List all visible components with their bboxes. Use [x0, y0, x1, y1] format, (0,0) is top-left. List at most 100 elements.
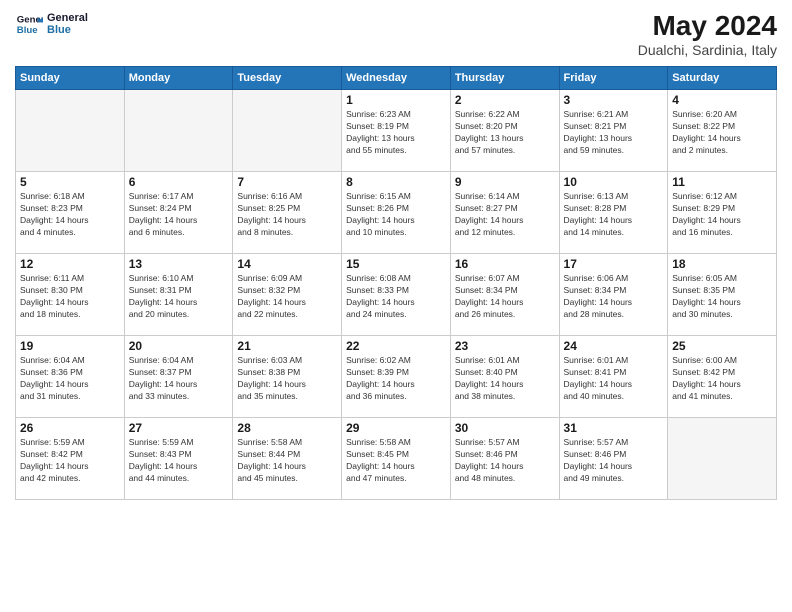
cell-info: Sunrise: 6:10 AM Sunset: 8:31 PM Dayligh… [129, 273, 229, 321]
calendar-cell: 11Sunrise: 6:12 AM Sunset: 8:29 PM Dayli… [668, 172, 777, 254]
calendar-week-row: 1Sunrise: 6:23 AM Sunset: 8:19 PM Daylig… [16, 90, 777, 172]
calendar-cell: 14 Sunrise: 6:09 AM Sunset: 8:32 PM Dayli… [233, 254, 342, 336]
cell-info: Sunrise: 6:17 AM Sunset: 8:24 PM Dayligh… [129, 191, 229, 239]
cell-info: Sunrise: 6:05 AM Sunset: 8:35 PM Dayligh… [672, 273, 772, 321]
calendar-week-row: 12Sunrise: 6:11 AM Sunset: 8:30 PM Dayli… [16, 254, 777, 336]
calendar-cell: 30 Sunrise: 5:57 AM Sunset: 8:46 PM Dayli… [450, 418, 559, 500]
day-number: 14 [237, 257, 337, 271]
cell-info: Sunrise: 6:21 AM Sunset: 8:21 PM Dayligh… [564, 109, 664, 157]
cell-info: Sunrise: 5:59 AM Sunset: 8:43 PM Dayligh… [129, 437, 229, 485]
cell-info: Sunrise: 6:00 AM Sunset: 8:42 PM Dayligh… [672, 355, 772, 403]
day-number: 4 [672, 93, 772, 107]
day-number: 3 [564, 93, 664, 107]
day-number: 28 [237, 421, 337, 435]
logo-line1: General [47, 12, 88, 24]
calendar-cell: 24Sunrise: 6:01 AM Sunset: 8:41 PM Dayli… [559, 336, 668, 418]
calendar-header-wednesday: Wednesday [342, 67, 451, 90]
calendar-cell: 7Sunrise: 6:16 AM Sunset: 8:25 PM Daylig… [233, 172, 342, 254]
day-number: 15 [346, 257, 446, 271]
cell-info: Sunrise: 6:09 AM Sunset: 8:32 PM Dayligh… [237, 273, 337, 321]
title-area: May 2024 Dualchi, Sardinia, Italy [638, 10, 777, 58]
day-number: 27 [129, 421, 229, 435]
day-number: 24 [564, 339, 664, 353]
calendar-cell: 12Sunrise: 6:11 AM Sunset: 8:30 PM Dayli… [16, 254, 125, 336]
logo: General Blue General Blue [15, 10, 88, 38]
day-number: 8 [346, 175, 446, 189]
cell-info: Sunrise: 6:22 AM Sunset: 8:20 PM Dayligh… [455, 109, 555, 157]
cell-info: Sunrise: 6:16 AM Sunset: 8:25 PM Dayligh… [237, 191, 337, 239]
month-title: May 2024 [638, 10, 777, 42]
calendar-header-tuesday: Tuesday [233, 67, 342, 90]
day-number: 2 [455, 93, 555, 107]
calendar-cell: 17 Sunrise: 6:06 AM Sunset: 8:34 PM Dayli… [559, 254, 668, 336]
calendar-header-thursday: Thursday [450, 67, 559, 90]
day-number: 30 [455, 421, 555, 435]
day-number: 25 [672, 339, 772, 353]
calendar-cell: 27 Sunrise: 5:59 AM Sunset: 8:43 PM Dayli… [124, 418, 233, 500]
cell-info: Sunrise: 6:15 AM Sunset: 8:26 PM Dayligh… [346, 191, 446, 239]
calendar-header-sunday: Sunday [16, 67, 125, 90]
calendar-header-row: SundayMondayTuesdayWednesdayThursdayFrid… [16, 67, 777, 90]
day-number: 1 [346, 93, 446, 107]
location: Dualchi, Sardinia, Italy [638, 42, 777, 58]
cell-info: Sunrise: 6:07 AM Sunset: 8:34 PM Dayligh… [455, 273, 555, 321]
cell-info: Sunrise: 5:57 AM Sunset: 8:46 PM Dayligh… [455, 437, 555, 485]
day-number: 5 [20, 175, 120, 189]
cell-info: Sunrise: 5:58 AM Sunset: 8:45 PM Dayligh… [346, 437, 446, 485]
calendar-header-monday: Monday [124, 67, 233, 90]
calendar-cell: 22 Sunrise: 6:02 AM Sunset: 8:39 PM Dayli… [342, 336, 451, 418]
day-number: 31 [564, 421, 664, 435]
calendar-week-row: 5Sunrise: 6:18 AM Sunset: 8:23 PM Daylig… [16, 172, 777, 254]
cell-info: Sunrise: 6:02 AM Sunset: 8:39 PM Dayligh… [346, 355, 446, 403]
header: General Blue General Blue May 2024 Dualc… [15, 10, 777, 58]
day-number: 9 [455, 175, 555, 189]
cell-info: Sunrise: 5:58 AM Sunset: 8:44 PM Dayligh… [237, 437, 337, 485]
svg-text:Blue: Blue [17, 25, 38, 36]
day-number: 18 [672, 257, 772, 271]
day-number: 10 [564, 175, 664, 189]
calendar-cell: 31 Sunrise: 5:57 AM Sunset: 8:46 PM Dayli… [559, 418, 668, 500]
cell-info: Sunrise: 6:11 AM Sunset: 8:30 PM Dayligh… [20, 273, 120, 321]
cell-info: Sunrise: 6:03 AM Sunset: 8:38 PM Dayligh… [237, 355, 337, 403]
calendar-cell: 15 Sunrise: 6:08 AM Sunset: 8:33 PM Dayli… [342, 254, 451, 336]
cell-info: Sunrise: 6:01 AM Sunset: 8:40 PM Dayligh… [455, 355, 555, 403]
calendar-cell: 21 Sunrise: 6:03 AM Sunset: 8:38 PM Dayli… [233, 336, 342, 418]
cell-info: Sunrise: 6:06 AM Sunset: 8:34 PM Dayligh… [564, 273, 664, 321]
calendar-cell [16, 90, 125, 172]
cell-info: Sunrise: 5:57 AM Sunset: 8:46 PM Dayligh… [564, 437, 664, 485]
calendar-cell: 10 Sunrise: 6:13 AM Sunset: 8:28 PM Dayli… [559, 172, 668, 254]
calendar-cell: 4 Sunrise: 6:20 AM Sunset: 8:22 PM Daylig… [668, 90, 777, 172]
day-number: 23 [455, 339, 555, 353]
day-number: 6 [129, 175, 229, 189]
calendar-cell: 23 Sunrise: 6:01 AM Sunset: 8:40 PM Dayli… [450, 336, 559, 418]
cell-info: Sunrise: 6:04 AM Sunset: 8:37 PM Dayligh… [129, 355, 229, 403]
day-number: 17 [564, 257, 664, 271]
cell-info: Sunrise: 6:08 AM Sunset: 8:33 PM Dayligh… [346, 273, 446, 321]
day-number: 11 [672, 175, 772, 189]
logo-icon: General Blue [15, 10, 43, 38]
day-number: 16 [455, 257, 555, 271]
day-number: 20 [129, 339, 229, 353]
cell-info: Sunrise: 6:20 AM Sunset: 8:22 PM Dayligh… [672, 109, 772, 157]
calendar-cell: 18 Sunrise: 6:05 AM Sunset: 8:35 PM Dayli… [668, 254, 777, 336]
calendar-cell: 8 Sunrise: 6:15 AM Sunset: 8:26 PM Daylig… [342, 172, 451, 254]
cell-info: Sunrise: 6:14 AM Sunset: 8:27 PM Dayligh… [455, 191, 555, 239]
day-number: 26 [20, 421, 120, 435]
day-number: 19 [20, 339, 120, 353]
day-number: 22 [346, 339, 446, 353]
page: General Blue General Blue May 2024 Dualc… [0, 0, 792, 612]
calendar-cell [668, 418, 777, 500]
calendar-cell [124, 90, 233, 172]
cell-info: Sunrise: 6:13 AM Sunset: 8:28 PM Dayligh… [564, 191, 664, 239]
logo-line2: Blue [47, 24, 88, 36]
calendar-cell: 29Sunrise: 5:58 AM Sunset: 8:45 PM Dayli… [342, 418, 451, 500]
day-number: 13 [129, 257, 229, 271]
calendar-cell: 25 Sunrise: 6:00 AM Sunset: 8:42 PM Dayli… [668, 336, 777, 418]
calendar-header-saturday: Saturday [668, 67, 777, 90]
calendar-cell: 6 Sunrise: 6:17 AM Sunset: 8:24 PM Daylig… [124, 172, 233, 254]
calendar-cell: 20 Sunrise: 6:04 AM Sunset: 8:37 PM Dayli… [124, 336, 233, 418]
calendar-cell: 1Sunrise: 6:23 AM Sunset: 8:19 PM Daylig… [342, 90, 451, 172]
calendar-cell: 19Sunrise: 6:04 AM Sunset: 8:36 PM Dayli… [16, 336, 125, 418]
calendar-cell [233, 90, 342, 172]
day-number: 21 [237, 339, 337, 353]
